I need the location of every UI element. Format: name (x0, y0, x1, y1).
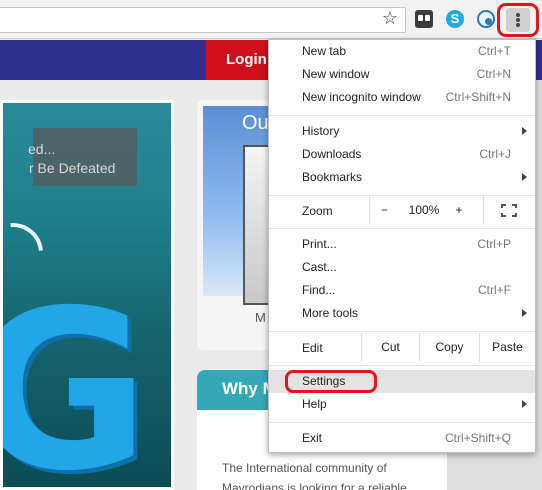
zoom-out-button[interactable]: − (369, 196, 399, 224)
submenu-arrow-icon (522, 127, 527, 135)
fullscreen-button[interactable] (483, 196, 533, 224)
menu-item-cast[interactable]: Cast... (269, 256, 535, 279)
star-icon[interactable]: ☆ (380, 9, 400, 29)
menu-item-print[interactable]: Print... Ctrl+P (269, 233, 535, 256)
side-card-title: Ou (242, 112, 269, 134)
why-section-text: The International community of Mavrodian… (222, 461, 411, 490)
menu-separator (269, 331, 535, 332)
menu-item-label: New window (302, 67, 370, 81)
zoom-in-button[interactable]: + (449, 196, 469, 224)
hero-caption-line: r Be Defeated (29, 160, 116, 176)
menu-item-shortcut: Ctrl+F (478, 283, 511, 297)
menu-zoom-row: Zoom − 100% + (269, 196, 535, 224)
menu-edit-row: Edit Cut Copy Paste (269, 333, 535, 362)
menu-item-shortcut: Ctrl+J (479, 147, 511, 161)
skype-icon[interactable]: S (446, 10, 464, 28)
menu-item-label: New tab (302, 44, 347, 58)
browser-toolbar: ☆ S (0, 0, 542, 39)
fullscreen-icon (501, 204, 517, 217)
menu-item-more-tools[interactable]: More tools (269, 302, 535, 325)
hero-letter: G (3, 281, 150, 487)
menu-item-history[interactable]: History (269, 120, 535, 143)
menu-separator (269, 422, 535, 423)
menu-item-label: Zoom (302, 204, 333, 218)
submenu-arrow-icon (522, 309, 527, 317)
menu-item-label: Exit (302, 431, 323, 445)
menu-item-new-incognito-window[interactable]: New incognito window Ctrl+Shift+N (269, 86, 535, 109)
menu-item-bookmarks[interactable]: Bookmarks (269, 166, 535, 189)
menu-item-shortcut: Ctrl+P (477, 237, 511, 251)
submenu-arrow-icon (522, 173, 527, 181)
menu-item-new-tab[interactable]: New tab Ctrl+T (269, 40, 535, 63)
hero-caption-box (33, 128, 137, 186)
menu-separator (269, 228, 535, 229)
menu-item-help[interactable]: Help (269, 393, 535, 416)
settings-highlight (285, 370, 377, 393)
menu-item-shortcut: Ctrl+N (476, 67, 511, 81)
menu-separator (269, 365, 535, 366)
menu-item-find[interactable]: Find... Ctrl+F (269, 279, 535, 302)
menu-item-new-window[interactable]: New window Ctrl+N (269, 63, 535, 86)
extension-phone-icon[interactable] (477, 10, 495, 28)
hero-caption-line: ed... (28, 141, 56, 157)
hero-image: ed... r Be Defeated G (0, 100, 174, 490)
menu-item-shortcut: Ctrl+Shift+N (445, 90, 511, 104)
address-bar[interactable] (0, 7, 406, 33)
extension-icon[interactable] (415, 10, 433, 28)
copy-button[interactable]: Copy (419, 333, 479, 362)
menu-item-label: Help (302, 397, 327, 411)
side-card[interactable]: Ou M (197, 100, 272, 350)
menu-item-shortcut: Ctrl+T (478, 44, 511, 58)
menu-item-shortcut: Ctrl+Shift+Q (444, 431, 511, 445)
menu-item-label: Print... (302, 237, 337, 251)
menu-item-label: Edit (302, 341, 323, 355)
menu-item-label: New incognito window (302, 90, 421, 104)
paste-button[interactable]: Paste (479, 333, 535, 362)
menu-separator (269, 115, 535, 116)
menu-item-label: Cast... (302, 260, 337, 274)
menu-item-label: Bookmarks (302, 170, 363, 184)
zoom-level: 100% (408, 203, 440, 217)
cut-button[interactable]: Cut (361, 333, 419, 362)
menu-item-label: More tools (302, 306, 359, 320)
menu-item-exit[interactable]: Exit Ctrl+Shift+Q (269, 427, 535, 450)
menu-button-highlight (497, 3, 539, 37)
submenu-arrow-icon (522, 400, 527, 408)
menu-item-label: Downloads (302, 147, 362, 161)
side-card-subtitle: M (255, 310, 266, 325)
menu-item-label: Find... (302, 283, 336, 297)
menu-item-label: History (302, 124, 340, 138)
menu-item-downloads[interactable]: Downloads Ctrl+J (269, 143, 535, 166)
